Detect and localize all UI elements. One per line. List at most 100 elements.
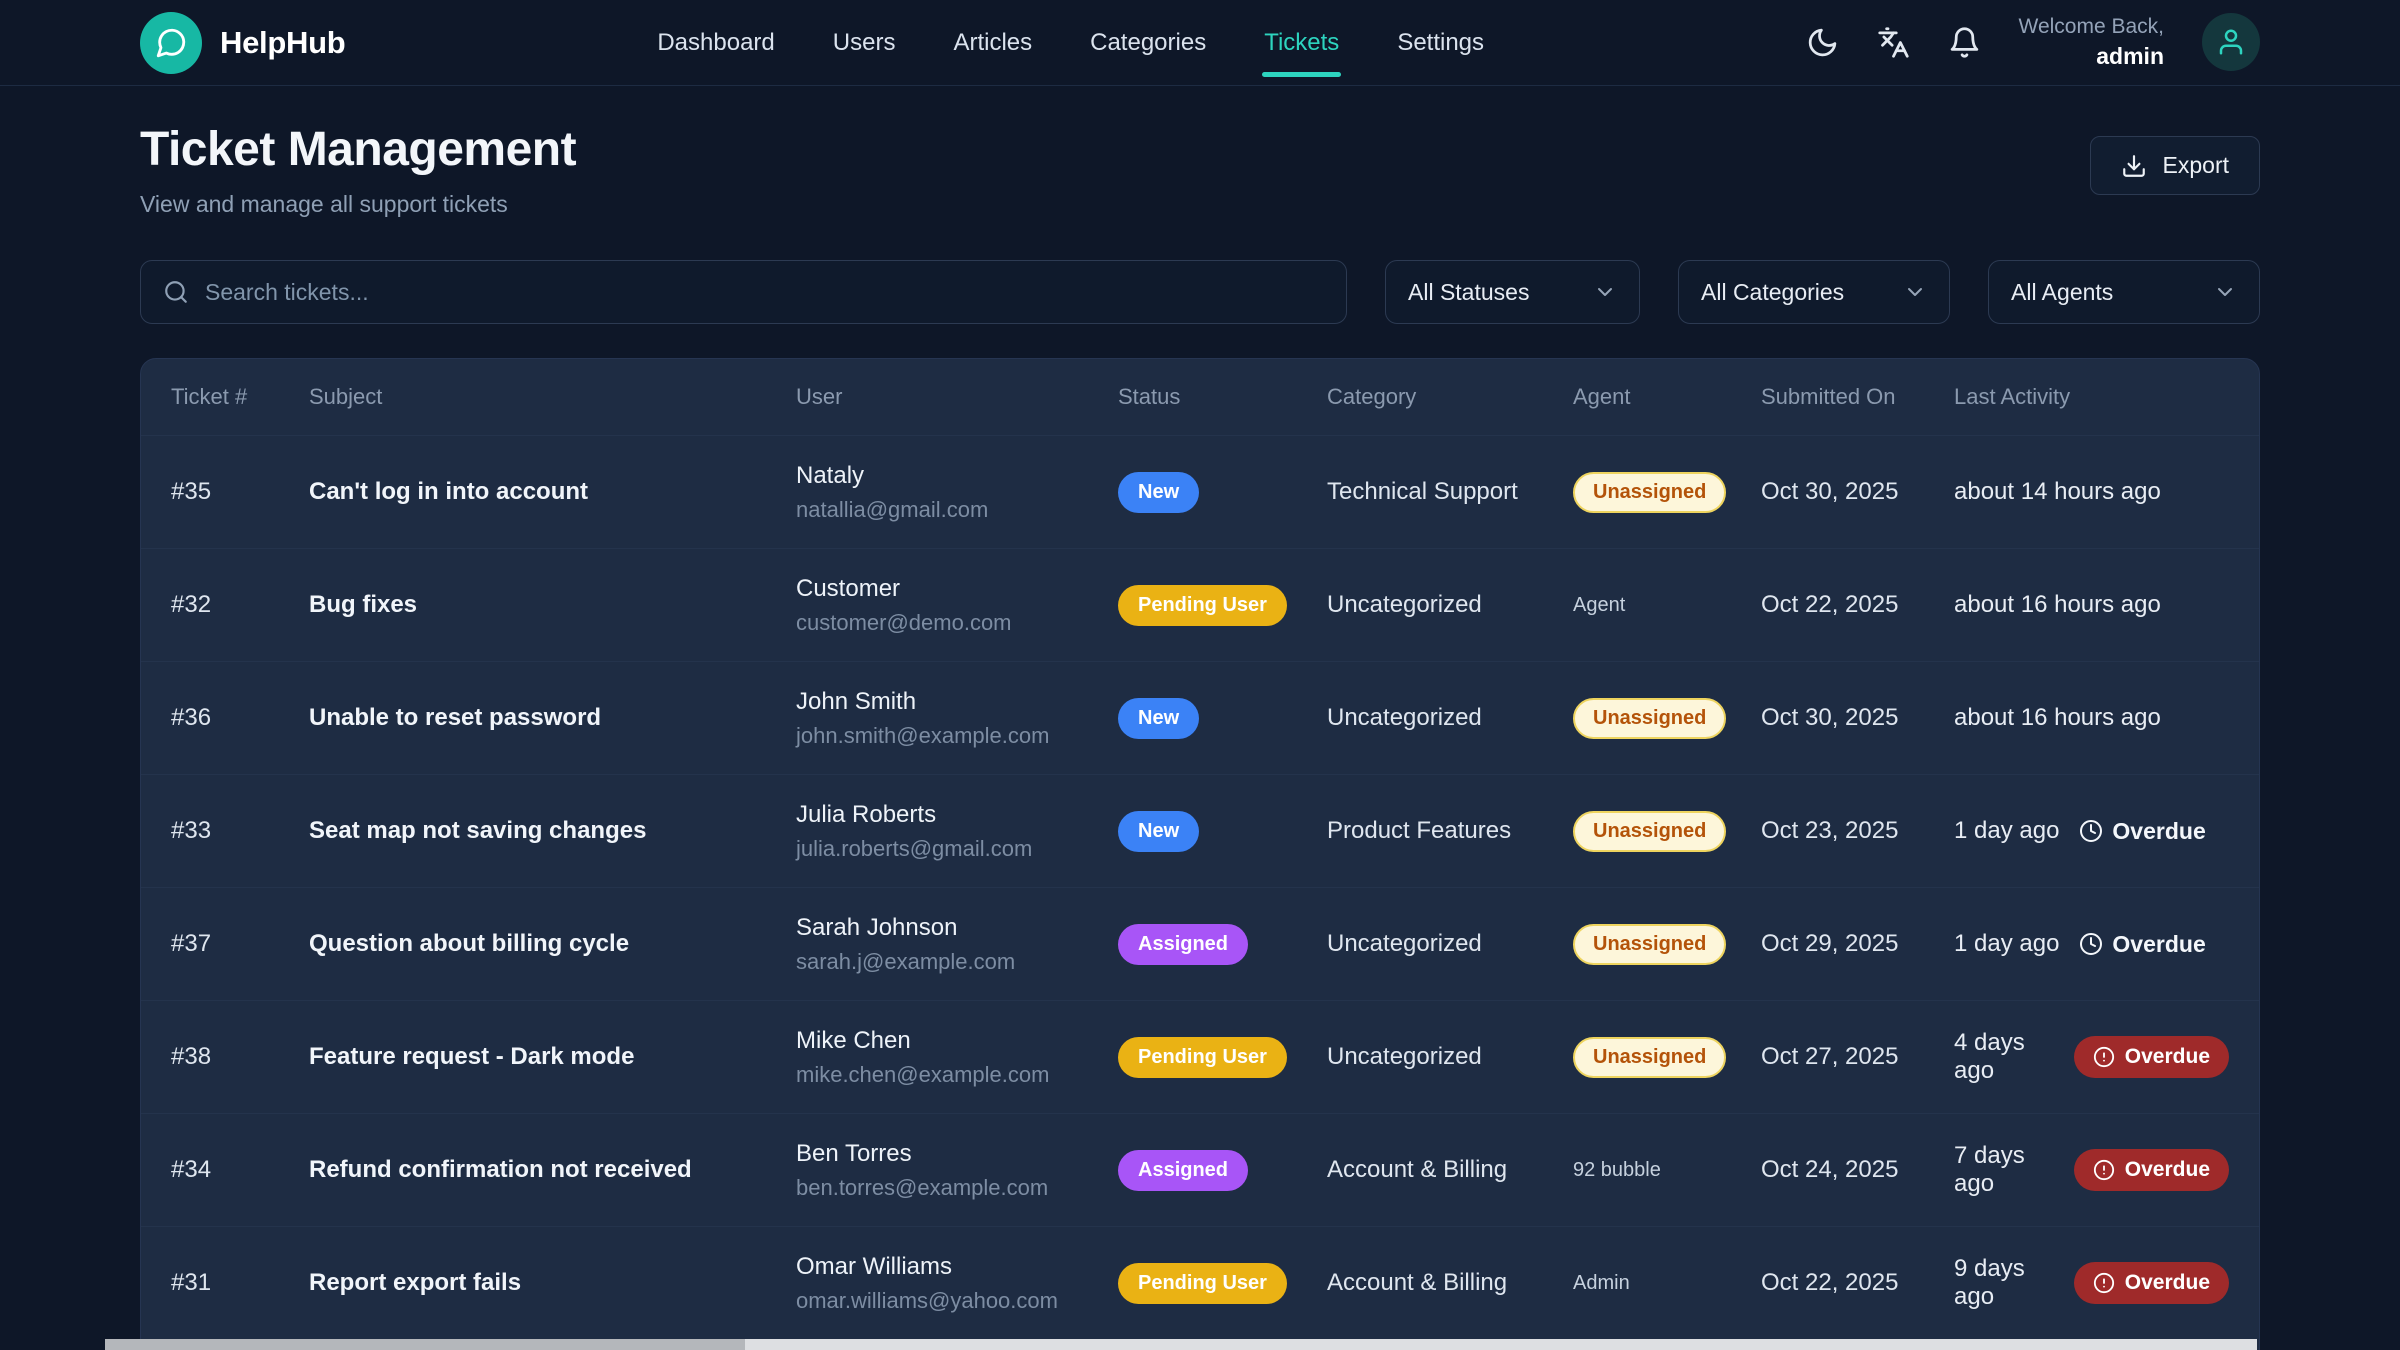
agent-cell: 92 bubble: [1573, 1159, 1761, 1182]
col-status: Status: [1118, 384, 1327, 410]
submitted-date: Oct 22, 2025: [1761, 591, 1954, 619]
notifications-button[interactable]: [1948, 26, 1981, 59]
translate-icon: [1877, 26, 1910, 59]
submitted-date: Oct 30, 2025: [1761, 478, 1954, 506]
agent-cell: Unassigned: [1573, 698, 1761, 739]
status-cell: Pending User: [1118, 1037, 1327, 1078]
category-label: Uncategorized: [1327, 930, 1573, 958]
user-name: Nataly: [796, 462, 1118, 490]
status-cell: Pending User: [1118, 1263, 1327, 1304]
ticket-number: #36: [171, 704, 309, 732]
overdue-label: Overdue: [2125, 1271, 2210, 1295]
horizontal-scrollbar[interactable]: [105, 1339, 2257, 1350]
chevron-down-icon: [1903, 280, 1927, 304]
agent-label: Unassigned: [1573, 472, 1726, 513]
brand-name: HelpHub: [220, 25, 345, 61]
activity-cell: about 16 hours ago: [1954, 591, 2229, 619]
user-cell: Julia Roberts julia.roberts@gmail.com: [796, 801, 1118, 862]
agent-filter-select[interactable]: All Agents: [1988, 260, 2260, 324]
category-label: Account & Billing: [1327, 1156, 1573, 1184]
nav-dashboard[interactable]: Dashboard: [655, 21, 776, 65]
col-last-activity: Last Activity: [1954, 384, 2229, 410]
nav-settings[interactable]: Settings: [1395, 21, 1486, 65]
status-badge: New: [1118, 698, 1199, 739]
status-badge: New: [1118, 811, 1199, 852]
ticket-number: #32: [171, 591, 309, 619]
agent-label: Unassigned: [1573, 1037, 1726, 1078]
user-email: john.smith@example.com: [796, 723, 1118, 749]
alert-circle-icon: [2093, 1046, 2115, 1068]
user-name: Customer: [796, 575, 1118, 603]
table-row[interactable]: #33 Seat map not saving changes Julia Ro…: [141, 774, 2259, 887]
scrollbar-thumb[interactable]: [105, 1339, 745, 1350]
activity-cell: about 16 hours ago: [1954, 704, 2229, 732]
nav-categories[interactable]: Categories: [1088, 21, 1208, 65]
last-activity-time: 1 day ago: [1954, 817, 2059, 845]
person-icon: [2216, 27, 2246, 57]
table-row[interactable]: #32 Bug fixes Customer customer@demo.com…: [141, 548, 2259, 661]
ticket-subject: Unable to reset password: [309, 704, 796, 732]
page-subtitle: View and manage all support tickets: [140, 191, 576, 218]
language-button[interactable]: [1877, 26, 1910, 59]
nav-articles[interactable]: Articles: [951, 21, 1034, 65]
user-email: ben.torres@example.com: [796, 1175, 1118, 1201]
category-filter-select[interactable]: All Categories: [1678, 260, 1950, 324]
bell-icon: [1948, 26, 1981, 59]
submitted-date: Oct 22, 2025: [1761, 1269, 1954, 1297]
header-actions: Welcome Back, admin: [1806, 13, 2261, 72]
user-cell: Omar Williams omar.williams@yahoo.com: [796, 1253, 1118, 1314]
overdue-indicator: Overdue: [2079, 931, 2205, 958]
status-cell: New: [1118, 472, 1327, 513]
ticket-subject: Question about billing cycle: [309, 930, 796, 958]
agent-cell: Unassigned: [1573, 811, 1761, 852]
table-row[interactable]: #38 Feature request - Dark mode Mike Che…: [141, 1000, 2259, 1113]
status-filter-select[interactable]: All Statuses: [1385, 260, 1640, 324]
table-header-row: Ticket # Subject User Status Category Ag…: [141, 359, 2259, 435]
download-icon: [2121, 153, 2147, 179]
brand-logo[interactable]: HelpHub: [140, 12, 345, 74]
table-row[interactable]: #31 Report export fails Omar Williams om…: [141, 1226, 2259, 1339]
agent-label: 92 bubble: [1573, 1159, 1661, 1181]
export-button[interactable]: Export: [2090, 136, 2260, 195]
status-badge: Assigned: [1118, 924, 1248, 965]
table-row[interactable]: #35 Can't log in into account Nataly nat…: [141, 435, 2259, 548]
agent-cell: Agent: [1573, 594, 1761, 617]
col-submitted-on: Submitted On: [1761, 384, 1954, 410]
col-subject: Subject: [309, 384, 796, 410]
table-row[interactable]: #37 Question about billing cycle Sarah J…: [141, 887, 2259, 1000]
main-content: Ticket Management View and manage all su…: [0, 122, 2400, 1350]
status-badge: Assigned: [1118, 1150, 1248, 1191]
submitted-date: Oct 24, 2025: [1761, 1156, 1954, 1184]
table-row[interactable]: #36 Unable to reset password John Smith …: [141, 661, 2259, 774]
export-label: Export: [2163, 152, 2229, 179]
overdue-indicator: Overdue: [2079, 818, 2205, 845]
col-ticket-number: Ticket #: [171, 384, 309, 410]
filter-bar: All Statuses All Categories All Agents: [140, 260, 2260, 324]
status-badge: Pending User: [1118, 1037, 1287, 1078]
nav-users[interactable]: Users: [831, 21, 898, 65]
agent-label: Unassigned: [1573, 811, 1726, 852]
category-label: Uncategorized: [1327, 591, 1573, 619]
user-name: Sarah Johnson: [796, 914, 1118, 942]
ticket-subject: Report export fails: [309, 1269, 796, 1297]
welcome-block: Welcome Back, admin: [2019, 13, 2165, 72]
alert-circle-icon: [2093, 1272, 2115, 1294]
user-avatar[interactable]: [2202, 13, 2260, 71]
table-row[interactable]: #34 Refund confirmation not received Ben…: [141, 1113, 2259, 1226]
ticket-subject: Bug fixes: [309, 591, 796, 619]
dark-mode-toggle[interactable]: [1806, 26, 1839, 59]
user-cell: Sarah Johnson sarah.j@example.com: [796, 914, 1118, 975]
search-box: [140, 260, 1347, 324]
status-cell: New: [1118, 811, 1327, 852]
search-input[interactable]: [205, 279, 1324, 306]
nav-tickets[interactable]: Tickets: [1262, 21, 1341, 65]
ticket-number: #33: [171, 817, 309, 845]
agent-cell: Unassigned: [1573, 472, 1761, 513]
status-cell: New: [1118, 698, 1327, 739]
ticket-number: #37: [171, 930, 309, 958]
category-label: Product Features: [1327, 817, 1573, 845]
activity-cell: 9 days ago Overdue: [1954, 1255, 2229, 1311]
status-cell: Assigned: [1118, 1150, 1327, 1191]
ticket-subject: Refund confirmation not received: [309, 1156, 796, 1184]
col-category: Category: [1327, 384, 1573, 410]
